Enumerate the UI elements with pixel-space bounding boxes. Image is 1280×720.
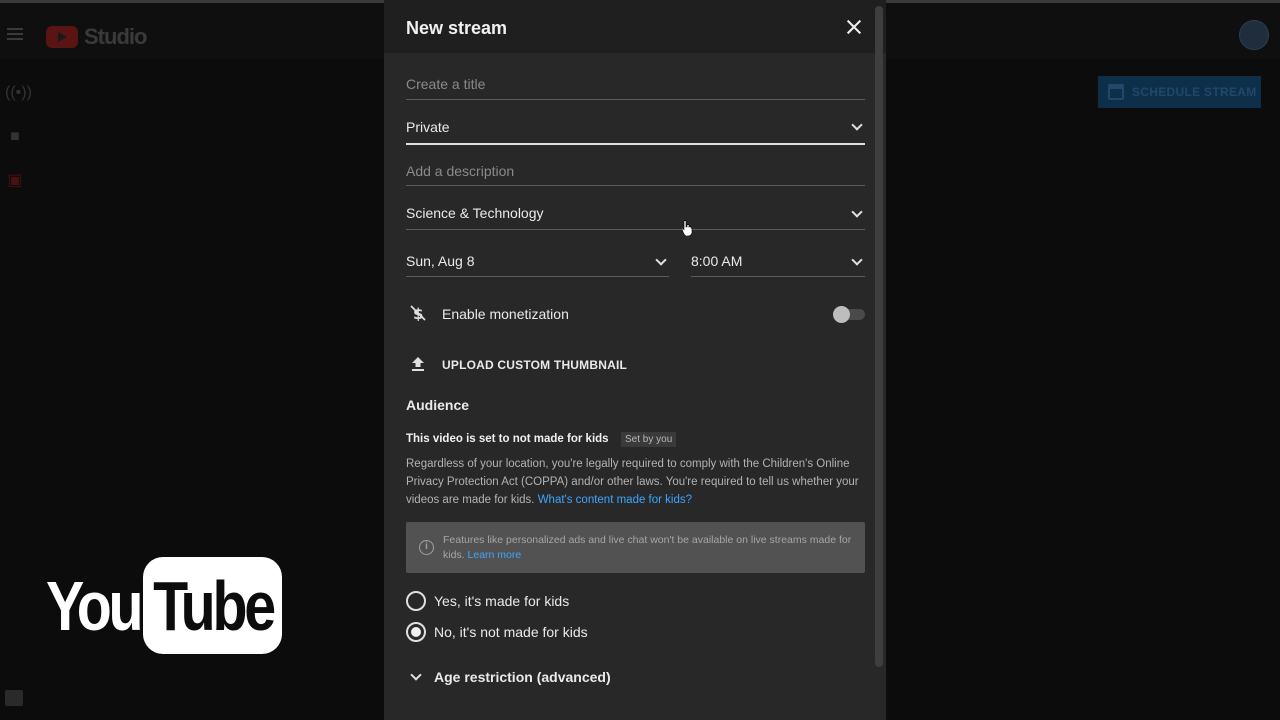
youtube-logo-icon <box>46 26 78 48</box>
info-icon: i <box>419 540 434 555</box>
category-select[interactable]: Science & Technology <box>406 205 865 230</box>
monetization-label: Enable monetization <box>442 306 569 322</box>
monetization-off-icon: $ <box>410 305 426 321</box>
live-icon[interactable]: ((•)) <box>5 84 32 102</box>
watermark-tube: Tube <box>152 566 276 645</box>
camera-icon[interactable]: ■ <box>5 128 25 146</box>
category-value: Science & Technology <box>406 205 544 221</box>
title-placeholder: Create a title <box>406 76 486 92</box>
chevron-down-icon <box>851 119 863 131</box>
time-select[interactable]: 8:00 AM <box>691 253 865 277</box>
youtube-watermark-logo: You Tube <box>46 557 283 654</box>
calendar-icon <box>1108 84 1124 100</box>
schedule-stream-label: SCHEDULE STREAM <box>1132 85 1257 99</box>
chevron-down-icon <box>851 254 863 266</box>
audience-heading: Audience <box>406 397 470 413</box>
visibility-value: Private <box>406 119 450 135</box>
new-stream-dialog: New stream Create a title Private Add a … <box>384 0 886 720</box>
kids-notice: i Features like personalized ads and liv… <box>406 522 865 573</box>
set-by-you-badge: Set by you <box>621 432 677 447</box>
radio-not-made-for-kids-label[interactable]: No, it's not made for kids <box>434 624 588 640</box>
monetization-toggle[interactable] <box>833 306 865 323</box>
avatar[interactable] <box>1239 20 1269 50</box>
menu-icon[interactable] <box>7 28 23 40</box>
chevron-down-icon <box>655 254 667 266</box>
radio-made-for-kids-label[interactable]: Yes, it's made for kids <box>434 593 569 609</box>
visibility-select[interactable]: Private <box>406 119 865 145</box>
description-input[interactable]: Add a description <box>406 163 865 186</box>
date-select[interactable]: Sun, Aug 8 <box>406 253 669 277</box>
age-restriction-label: Age restriction (advanced) <box>434 669 611 685</box>
upload-thumbnail-button[interactable]: UPLOAD CUSTOM THUMBNAIL <box>442 358 627 372</box>
made-for-kids-link[interactable]: What's content made for kids? <box>538 494 692 506</box>
watermark-tube-box: Tube <box>143 557 283 654</box>
studio-logo-text: Studio <box>84 24 147 49</box>
description-placeholder: Add a description <box>406 163 515 179</box>
notice-text-wrap: Features like personalized ads and live … <box>443 533 853 563</box>
radio-made-for-kids[interactable] <box>406 591 426 611</box>
dialog-header: New stream <box>384 0 886 53</box>
audience-status: This video is set to not made for kids <box>406 433 609 445</box>
dialog-scrollbar[interactable] <box>875 6 883 667</box>
feedback-icon[interactable] <box>5 690 23 706</box>
title-input[interactable]: Create a title <box>406 76 865 100</box>
upload-icon <box>412 357 424 371</box>
close-icon[interactable] <box>845 18 863 36</box>
radio-not-made-for-kids[interactable] <box>406 622 426 642</box>
date-value: Sun, Aug 8 <box>406 253 475 269</box>
calendar-icon[interactable]: ▣ <box>5 172 25 190</box>
dialog-title: New stream <box>406 18 508 38</box>
studio-logo[interactable]: Studio <box>46 24 147 50</box>
schedule-stream-button[interactable]: SCHEDULE STREAM <box>1098 76 1261 108</box>
audience-description: Regardless of your location, you're lega… <box>406 455 866 509</box>
chevron-down-icon <box>410 669 422 681</box>
time-value: 8:00 AM <box>691 253 743 269</box>
chevron-down-icon <box>851 206 863 218</box>
watermark-you: You <box>46 566 144 645</box>
hand-cursor-icon <box>681 220 693 236</box>
learn-more-link[interactable]: Learn more <box>468 549 522 561</box>
age-restriction-toggle[interactable]: Age restriction (advanced) <box>406 669 611 685</box>
